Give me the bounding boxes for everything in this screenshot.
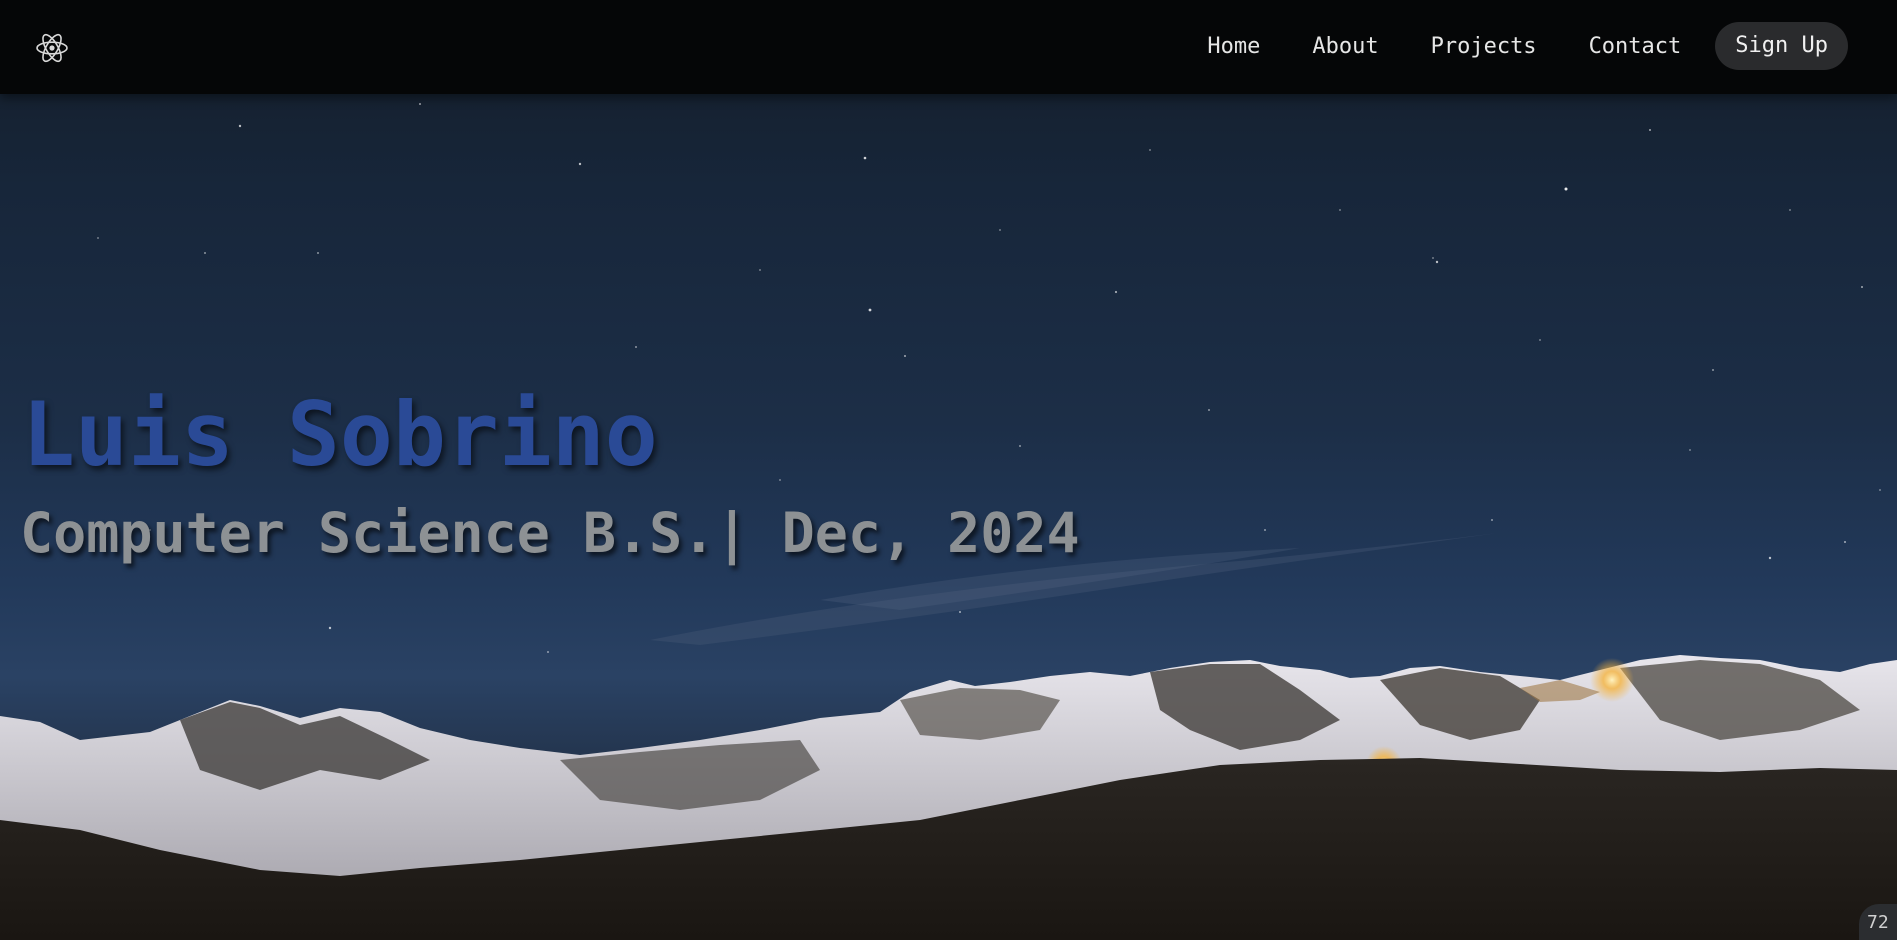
top-navbar: Home About Projects Contact Sign Up xyxy=(0,0,1897,94)
light-glow xyxy=(1590,658,1634,702)
stars xyxy=(97,103,1881,653)
nav-links: Home About Projects Contact Sign Up xyxy=(1207,22,1848,70)
nav-link-home[interactable]: Home xyxy=(1207,34,1260,59)
hero-title: Luis Sobrino xyxy=(22,383,658,486)
nav-link-contact[interactable]: Contact xyxy=(1589,34,1682,59)
nav-link-about[interactable]: About xyxy=(1312,34,1378,59)
react-atom-icon[interactable] xyxy=(34,30,70,66)
sign-up-button[interactable]: Sign Up xyxy=(1715,22,1848,70)
page: Home About Projects Contact Sign Up Luis… xyxy=(0,0,1897,940)
corner-badge[interactable]: 72 xyxy=(1859,904,1897,940)
hero-subtitle: Computer Science B.S.| Dec, 2024 xyxy=(20,501,1080,565)
nav-link-projects[interactable]: Projects xyxy=(1431,34,1537,59)
